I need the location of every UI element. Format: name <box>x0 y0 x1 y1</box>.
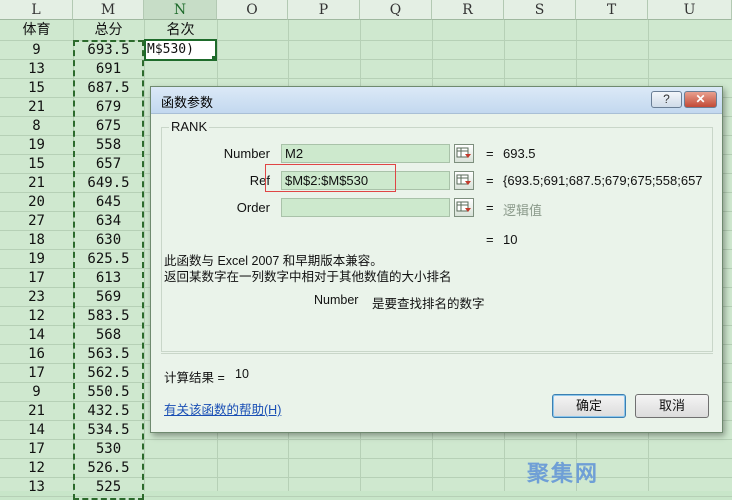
watermark-logo: 聚集网 <box>527 462 600 487</box>
arg-order-label: Order <box>236 200 270 215</box>
close-button[interactable]: ✕ <box>684 91 717 108</box>
total-equals: = <box>486 232 494 247</box>
cell-L[interactable]: 18 <box>0 231 73 250</box>
cell-L[interactable]: 14 <box>0 326 73 345</box>
cell-L[interactable]: 17 <box>0 364 73 383</box>
column-header-N[interactable]: N <box>144 0 217 20</box>
column-header-L[interactable]: L <box>0 0 73 20</box>
param-description: 是要查找排名的数字 <box>372 297 485 311</box>
function-description: 返回某数字在一列数字中相对于其他数值的大小排名 <box>164 270 452 284</box>
cell-L[interactable]: 15 <box>0 155 73 174</box>
column-header-R[interactable]: R <box>432 0 504 20</box>
arg-ref-result: {693.5;691;687.5;679;675;558;657;6 <box>503 173 703 188</box>
cell-L[interactable]: 12 <box>0 459 73 478</box>
collapse-dialog-icon[interactable] <box>454 198 474 217</box>
column-header-Q[interactable]: Q <box>360 0 432 20</box>
arg-order-equals: = <box>486 200 494 215</box>
collapse-dialog-icon[interactable] <box>454 144 474 163</box>
cell-N1[interactable]: 名次 <box>144 21 217 40</box>
dialog-title: 函数参数 <box>161 95 214 110</box>
cell-L[interactable]: 9 <box>0 383 73 402</box>
column-header-S[interactable]: S <box>504 0 576 20</box>
calc-result-label: 计算结果 = <box>164 371 225 385</box>
function-name: RANK <box>169 119 210 134</box>
cell-L[interactable]: 19 <box>0 250 73 269</box>
cell-L[interactable]: 13 <box>0 478 73 497</box>
column-header-O[interactable]: O <box>217 0 288 20</box>
column-header-T[interactable]: T <box>576 0 648 20</box>
cell-L[interactable]: 17 <box>0 440 73 459</box>
ok-button[interactable]: 确定 <box>552 394 626 418</box>
arg-number-equals: = <box>486 146 494 161</box>
column-header-P[interactable]: P <box>288 0 360 20</box>
param-name: Number <box>314 293 359 307</box>
cell-L[interactable]: 12 <box>0 307 73 326</box>
active-cell-N2[interactable]: M$530) <box>144 39 217 61</box>
active-cell-formula: M$530) <box>147 42 194 57</box>
cell-L1[interactable]: 体育 <box>0 21 73 40</box>
cell-L[interactable]: 27 <box>0 212 73 231</box>
column-header-M[interactable]: M <box>73 0 144 20</box>
arg-number-result: 693.5 <box>503 146 536 161</box>
cell-L[interactable]: 14 <box>0 421 73 440</box>
cancel-button[interactable]: 取消 <box>635 394 709 418</box>
cell-M1[interactable]: 总分 <box>73 21 144 40</box>
reference-range-marquee <box>73 40 144 500</box>
cell-L[interactable]: 21 <box>0 402 73 421</box>
total-result: 10 <box>503 232 518 247</box>
cell-L[interactable]: 8 <box>0 117 73 136</box>
arg-number-label: Number <box>223 146 270 161</box>
arg-order-input[interactable] <box>281 198 450 217</box>
cell-L[interactable]: 19 <box>0 136 73 155</box>
dialog-titlebar[interactable]: 函数参数 ? ✕ <box>151 87 722 114</box>
function-arguments-dialog: 函数参数 ? ✕ RANK Number M2 = 693.5 Ref $M$2… <box>150 86 723 433</box>
cell-L[interactable]: 16 <box>0 345 73 364</box>
column-header-U[interactable]: U <box>648 0 732 20</box>
help-link[interactable]: 有关该函数的帮助(H) <box>164 399 281 418</box>
highlight-annotation <box>265 164 396 192</box>
divider <box>161 353 713 354</box>
calc-result-value: 10 <box>235 367 249 381</box>
collapse-dialog-icon[interactable] <box>454 171 474 190</box>
cell-L[interactable]: 21 <box>0 98 73 117</box>
help-button[interactable]: ? <box>651 91 682 108</box>
arg-number-input[interactable]: M2 <box>281 144 450 163</box>
cell-L[interactable]: 20 <box>0 193 73 212</box>
cell-L[interactable]: 21 <box>0 174 73 193</box>
cell-L[interactable]: 23 <box>0 288 73 307</box>
arg-order-hint: 逻辑值 <box>503 203 543 218</box>
fill-handle[interactable] <box>211 55 215 59</box>
cell-L[interactable]: 15 <box>0 79 73 98</box>
cell-L[interactable]: 9 <box>0 41 73 60</box>
arg-ref-equals: = <box>486 173 494 188</box>
cell-L[interactable]: 13 <box>0 60 73 79</box>
cell-L[interactable]: 17 <box>0 269 73 288</box>
